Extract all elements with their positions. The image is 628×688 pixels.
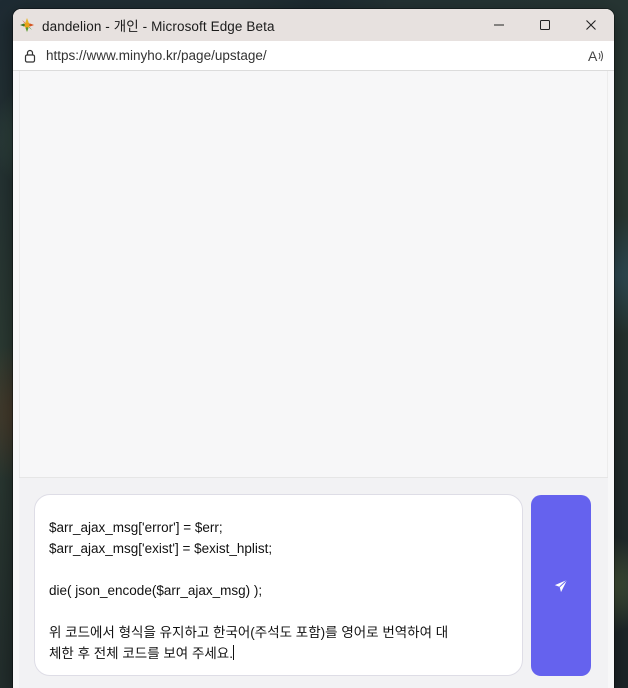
window-title: dandelion - 개인 - Microsoft Edge Beta (42, 19, 275, 34)
input-panel: $arr_ajax_msg['error'] = $err; $arr_ajax… (19, 477, 608, 688)
minimize-icon (494, 24, 504, 26)
page-content: $arr_ajax_msg['error'] = $err; $arr_ajax… (13, 71, 614, 688)
url-text[interactable]: https://www.minyho.kr/page/upstage/ (46, 48, 267, 63)
read-aloud-icon[interactable]: A (588, 48, 606, 64)
prompt-line-7: 체한 후 전체 코드를 보여 주세요. (49, 646, 233, 661)
send-icon (554, 579, 568, 592)
text-caret (232, 645, 234, 660)
maximize-button[interactable] (522, 9, 568, 41)
send-button[interactable] (531, 495, 591, 676)
prompt-line-1: $arr_ajax_msg['error'] = $err; (49, 520, 223, 535)
chat-area (19, 71, 608, 477)
title-bar: dandelion - 개인 - Microsoft Edge Beta (13, 9, 614, 41)
prompt-input[interactable]: $arr_ajax_msg['error'] = $err; $arr_ajax… (34, 494, 523, 676)
window-controls (476, 9, 614, 41)
lock-icon[interactable] (23, 49, 37, 63)
dandelion-app-icon (19, 17, 35, 33)
prompt-line-4: die( json_encode($arr_ajax_msg) ); (49, 583, 263, 598)
close-icon (586, 20, 596, 30)
svg-text:A: A (588, 48, 598, 64)
maximize-icon (540, 20, 550, 30)
address-bar[interactable]: https://www.minyho.kr/page/upstage/ A (13, 41, 614, 71)
minimize-button[interactable] (476, 9, 522, 41)
prompt-line-6: 위 코드에서 형식을 유지하고 한국어(주석도 포함)를 영어로 번역하여 대 (49, 625, 449, 640)
prompt-line-2: $arr_ajax_msg['exist'] = $exist_hplist; (49, 541, 273, 556)
browser-window: dandelion - 개인 - Microsoft Edge Beta htt… (13, 9, 614, 688)
close-button[interactable] (568, 9, 614, 41)
